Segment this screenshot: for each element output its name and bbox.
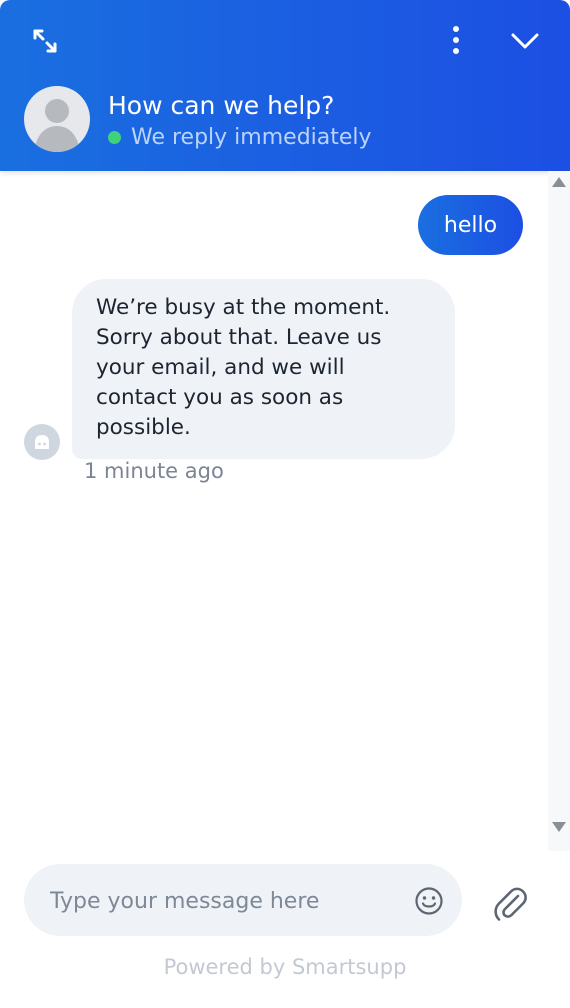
incoming-message-line: your email, and we will (96, 355, 345, 380)
attach-file-button[interactable] (492, 884, 528, 924)
incoming-message-line: We’re busy at the moment. (96, 295, 391, 320)
smiley-icon (415, 887, 443, 915)
powered-by-label: Powered by Smartsupp (163, 955, 407, 979)
minimize-button[interactable] (506, 24, 544, 58)
chat-header: How can we help? We reply immediately (0, 0, 570, 171)
agent-avatar (24, 86, 90, 152)
incoming-message-line: possible. (96, 415, 191, 440)
scroll-up-arrow-icon[interactable] (551, 176, 567, 188)
more-vertical-icon (453, 26, 459, 54)
user-silhouette-icon (34, 99, 80, 152)
incoming-message-line: Sorry about that. Leave us (96, 325, 382, 350)
online-status-dot (108, 130, 121, 144)
emoji-button[interactable] (414, 886, 444, 916)
message-list: hello We’re busy at the moment. Sorry ab… (0, 171, 548, 851)
status-text: We reply immediately (131, 124, 372, 150)
outgoing-message: hello (418, 195, 523, 255)
chevron-down-icon (511, 33, 539, 49)
message-timestamp: 1 minute ago (84, 459, 224, 483)
message-composer (24, 864, 462, 936)
bot-icon (35, 435, 49, 449)
incoming-message-line: contact you as soon as (96, 385, 344, 410)
scroll-down-arrow-icon[interactable] (551, 821, 567, 833)
paperclip-icon (494, 887, 527, 921)
scrollbar[interactable] (548, 171, 570, 851)
more-options-button[interactable] (442, 22, 470, 58)
status-row: We reply immediately (108, 123, 372, 151)
outgoing-message-text: hello (443, 212, 498, 238)
expand-button[interactable] (28, 24, 62, 58)
header-title: How can we help? (108, 91, 335, 120)
expand-icon (33, 29, 57, 53)
incoming-message: We’re busy at the moment. Sorry about th… (72, 279, 455, 459)
message-input[interactable] (48, 880, 412, 922)
agent-icon (24, 424, 60, 460)
